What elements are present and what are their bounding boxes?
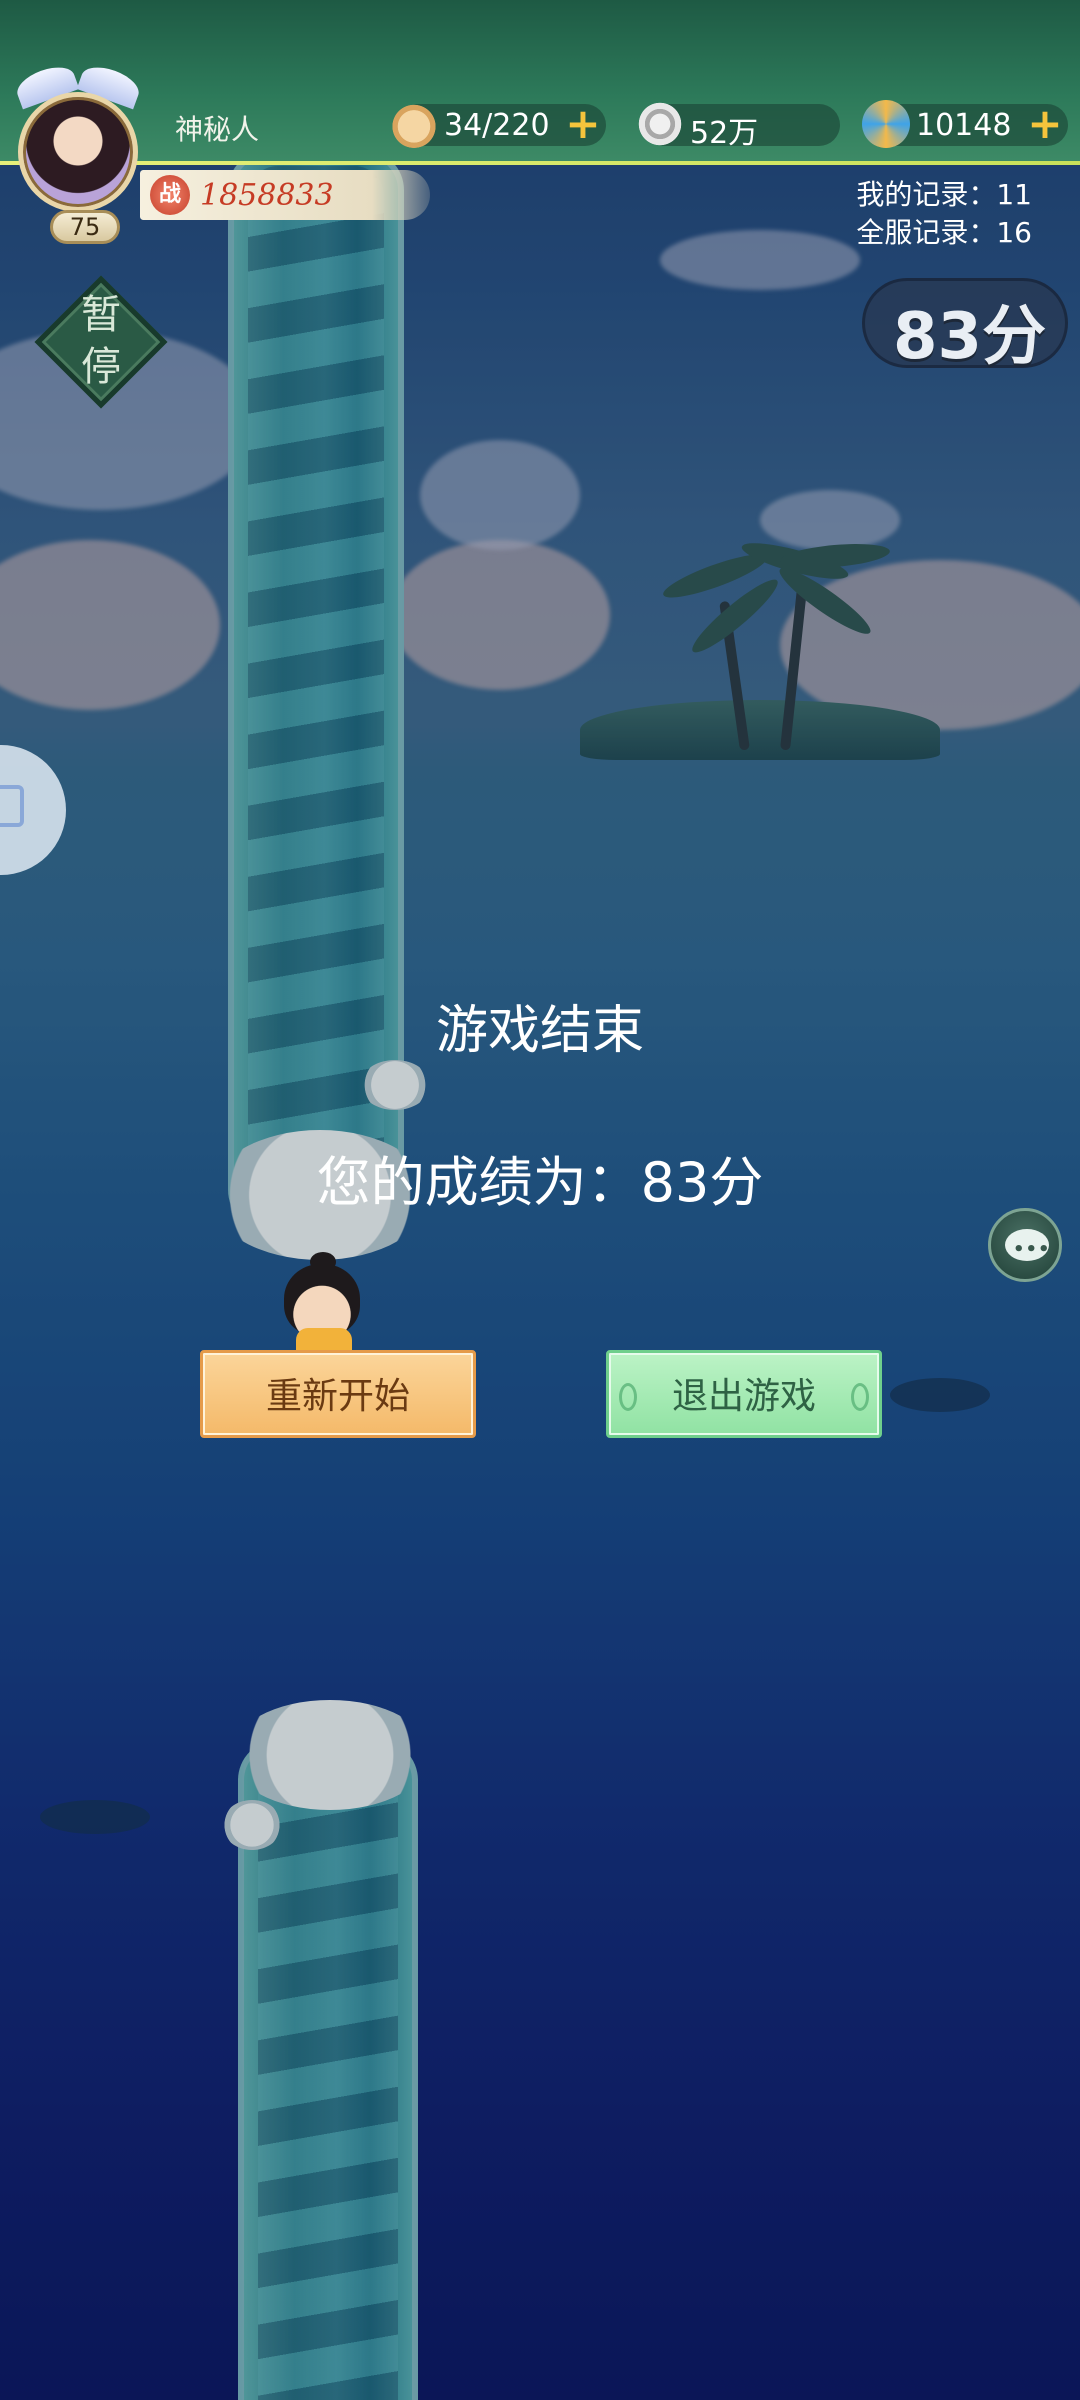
game-over-title: 游戏结束: [435, 1001, 644, 1061]
exit-game-button[interactable]: 退出游戏: [606, 1350, 882, 1438]
coin-icon: [636, 100, 684, 148]
steamed-bun-icon: [390, 100, 438, 148]
gamepad-icon: [0, 785, 24, 827]
stamina-value: 34/220: [444, 108, 550, 143]
player-name: 神秘人: [175, 113, 260, 146]
gold-counter: 10148 +: [862, 100, 1068, 148]
add-stamina-button[interactable]: +: [564, 103, 602, 145]
my-record: 我的记录：11: [856, 178, 1032, 211]
player-character: [272, 1252, 372, 1350]
button-ornament: [851, 1383, 869, 1411]
chat-button[interactable]: •••: [988, 1208, 1062, 1282]
restart-button[interactable]: 重新开始: [200, 1350, 476, 1438]
avatar-portrait: [18, 92, 138, 212]
chat-dots: •••: [1013, 1239, 1051, 1260]
add-gold-button[interactable]: +: [1026, 103, 1064, 145]
top-bar: 神秘人 34/220 + 52万 10148 +: [0, 0, 1080, 165]
combat-power-icon: 战: [150, 175, 190, 215]
level-badge: 75: [50, 210, 120, 244]
pause-label-line2: 停: [81, 344, 121, 390]
pause-button[interactable]: 暂 停: [34, 275, 168, 409]
final-score-text: 您的成绩为：83分: [316, 1151, 764, 1214]
records-panel: 我的记录：11 全服记录：16: [856, 176, 1032, 252]
pause-label-line1: 暂: [81, 292, 121, 338]
character-head: [284, 1264, 360, 1336]
swirl-gem-icon: [862, 100, 910, 148]
silver-value: 52万: [690, 116, 759, 151]
pause-label: 暂 停: [36, 289, 166, 393]
button-ornament: [619, 1383, 637, 1411]
exit-game-label: 退出游戏: [671, 1376, 816, 1417]
stamina-counter: 34/220 +: [390, 100, 606, 148]
character-body: [296, 1328, 352, 1350]
combat-power: 战 1858833: [140, 170, 430, 220]
silver-counter: 52万: [636, 100, 840, 151]
gold-value: 10148: [916, 108, 1012, 143]
player-avatar[interactable]: 75: [8, 60, 148, 244]
combat-power-value: 1858833: [200, 178, 334, 213]
current-score: 83分: [862, 278, 1068, 374]
current-score-value: 83分: [893, 300, 1047, 374]
server-record: 全服记录：16: [856, 216, 1032, 249]
